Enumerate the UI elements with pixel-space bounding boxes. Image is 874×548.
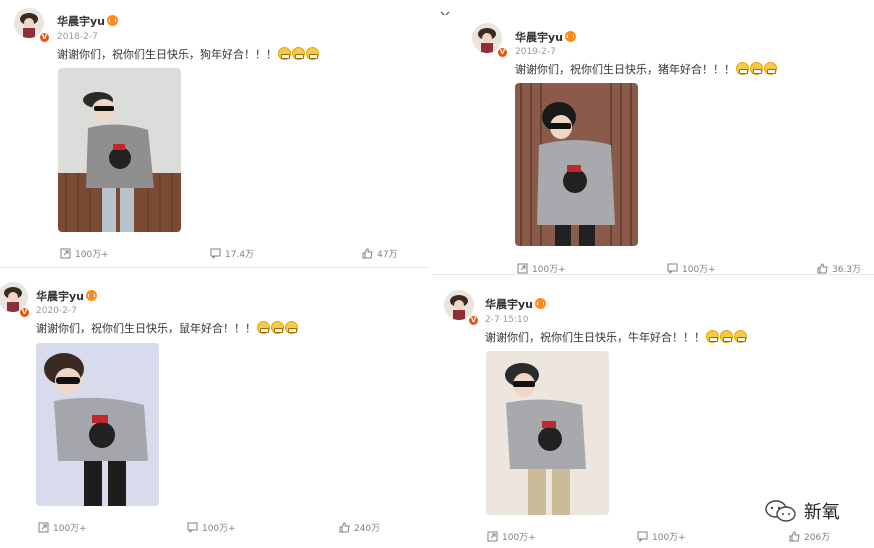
like-count: 240万 xyxy=(354,524,381,534)
thumbs-up-icon xyxy=(362,248,373,259)
post-photo[interactable] xyxy=(36,343,159,506)
like-button[interactable]: 47万 xyxy=(362,247,397,260)
post-photo[interactable] xyxy=(58,68,181,232)
repost-icon xyxy=(517,263,528,274)
grin-emoji-icon xyxy=(292,47,305,60)
repost-count: 100万+ xyxy=(75,250,109,260)
like-button[interactable]: 240万 xyxy=(339,521,380,534)
comment-icon xyxy=(637,531,648,542)
repost-button[interactable]: 100万+ xyxy=(60,247,109,260)
grin-emoji-icon xyxy=(750,62,763,75)
repost-icon xyxy=(60,248,71,259)
thumbs-up-icon xyxy=(339,522,350,533)
verified-badge-icon: V xyxy=(39,32,50,43)
grin-emoji-icon xyxy=(257,321,270,334)
repost-icon xyxy=(38,522,49,533)
like-button[interactable]: 206万 xyxy=(789,530,830,543)
comment-button[interactable]: 100万+ xyxy=(637,530,686,543)
grin-emoji-icon xyxy=(306,47,319,60)
comment-count: 17.4万 xyxy=(225,250,255,260)
username[interactable]: 华晨宇yu xyxy=(515,29,577,45)
username[interactable]: 华晨宇yu xyxy=(36,288,98,304)
post-text: 谢谢你们，祝你们生日快乐，狗年好合！！！ xyxy=(57,46,319,62)
post-date[interactable]: 2018-2-7 xyxy=(57,32,98,42)
comment-button[interactable]: 17.4万 xyxy=(210,247,254,260)
divider xyxy=(432,274,874,275)
comment-icon xyxy=(187,522,198,533)
grin-emoji-icon xyxy=(278,47,291,60)
verified-badge-icon: V xyxy=(497,47,508,58)
repost-button[interactable]: 100万+ xyxy=(487,530,536,543)
comment-count: 100万+ xyxy=(202,524,236,534)
grin-emoji-icon xyxy=(734,330,747,343)
post-2018: V 华晨宇yu 2018-2-7 谢谢你们，祝你们生日快乐，狗年好合！！！ 10… xyxy=(0,0,430,268)
grin-emoji-icon xyxy=(271,321,284,334)
comment-icon xyxy=(210,248,221,259)
watermark-text: 新氧 xyxy=(803,502,840,523)
verified-badge-icon: V xyxy=(468,315,479,326)
username[interactable]: 华晨宇yu xyxy=(57,13,119,29)
post-date[interactable]: 2019-2-7 xyxy=(515,47,556,57)
chevron-down-icon[interactable] xyxy=(440,4,450,17)
thumbs-up-icon xyxy=(817,263,828,274)
crown-icon xyxy=(107,15,119,26)
like-count: 47万 xyxy=(377,250,398,260)
grin-emoji-icon xyxy=(706,330,719,343)
comment-icon xyxy=(667,263,678,274)
comment-count: 100万+ xyxy=(652,533,686,543)
post-text: 谢谢你们，祝你们生日快乐，牛年好合！！！ xyxy=(485,329,747,345)
post-photo[interactable] xyxy=(486,351,609,515)
post-2019: V 华晨宇yu 2019-2-7 谢谢你们，祝你们生日快乐，猪年好合！！！ 10… xyxy=(432,15,874,275)
grin-emoji-icon xyxy=(720,330,733,343)
grin-emoji-icon xyxy=(764,62,777,75)
repost-count: 100万+ xyxy=(53,524,87,534)
crown-icon xyxy=(86,290,98,301)
post-date[interactable]: 2020-2-7 xyxy=(36,306,77,316)
post-text: 谢谢你们，祝你们生日快乐，猪年好合！！！ xyxy=(515,61,777,77)
username[interactable]: 华晨宇yu xyxy=(485,296,547,312)
grin-emoji-icon xyxy=(736,62,749,75)
thumbs-up-icon xyxy=(789,531,800,542)
like-count: 206万 xyxy=(804,533,831,543)
post-text: 谢谢你们，祝你们生日快乐，鼠年好合！！！ xyxy=(36,320,298,336)
divider xyxy=(0,267,430,268)
wechat-icon xyxy=(765,500,796,522)
comment-button[interactable]: 100万+ xyxy=(187,521,236,534)
crown-icon xyxy=(535,298,547,309)
post-date[interactable]: 2-7 15:10 xyxy=(485,315,529,325)
repost-count: 100万+ xyxy=(502,533,536,543)
grin-emoji-icon xyxy=(285,321,298,334)
post-photo[interactable] xyxy=(515,83,638,246)
repost-button[interactable]: 100万+ xyxy=(38,521,87,534)
verified-badge-icon: V xyxy=(19,307,30,318)
crown-icon xyxy=(565,31,577,42)
watermark: 新氧 xyxy=(764,498,840,524)
repost-icon xyxy=(487,531,498,542)
post-2020: V 华晨宇yu 2020-2-7 谢谢你们，祝你们生日快乐，鼠年好合！！！ 10… xyxy=(0,276,430,548)
